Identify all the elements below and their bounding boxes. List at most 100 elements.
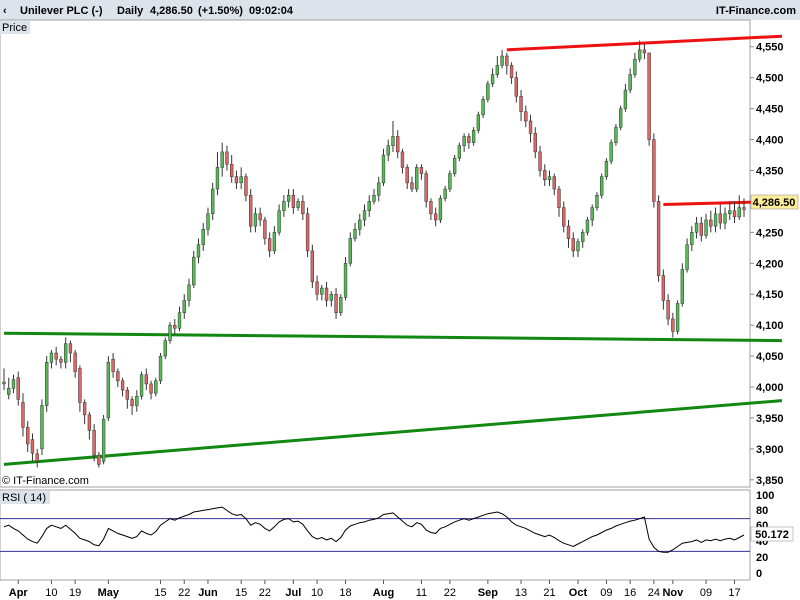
candle-body [552, 176, 556, 190]
current-price-label: 4,286.50 [753, 197, 796, 209]
candle-body [656, 201, 661, 276]
candle-body [505, 55, 509, 66]
candle-body [310, 250, 315, 283]
candle-body [215, 167, 220, 190]
candle-body [362, 210, 367, 221]
candle-body [604, 160, 609, 177]
candle-body [154, 380, 158, 394]
candle-body [419, 167, 424, 174]
y-axis: 3,850 3,900 3,950 4,000 4,050 4,100 4,150 4,200… [750, 42, 784, 487]
y-tick-label: 4,250 [756, 227, 784, 239]
candle-body [30, 439, 35, 454]
candle-body [11, 379, 16, 389]
candle-body [637, 49, 642, 60]
chart: ‹ Unilever PLC (-) Daily 4,286.50 (+1.50… [0, 0, 800, 599]
candle-body [718, 213, 722, 224]
candle-body [225, 151, 229, 165]
candle-body [301, 201, 305, 215]
candle-body [562, 207, 566, 227]
candle-body [339, 297, 343, 314]
candle-body [49, 352, 54, 363]
candle-body [547, 176, 552, 181]
y-tick-label: 4,100 [756, 320, 784, 332]
y-tick-label: 4,350 [756, 165, 784, 177]
candle-body [723, 213, 727, 224]
candle-body [680, 269, 685, 304]
y-tick-label: 4,450 [756, 104, 784, 116]
candle-body [576, 241, 580, 252]
header-change: (+1.50%) [198, 5, 243, 17]
candle-body [125, 389, 130, 400]
y-tick-label: 4,400 [756, 135, 784, 147]
rsi-tick-0: 0 [756, 568, 762, 580]
candle-body [21, 402, 25, 428]
candle-body [566, 225, 571, 239]
candle-body [324, 287, 329, 301]
candle-body [433, 213, 438, 221]
candle-body [26, 426, 30, 445]
candle-body [438, 198, 443, 221]
candle-body [7, 388, 11, 395]
x-tick-label: Oct [569, 587, 588, 599]
candle-body [343, 263, 348, 298]
x-tick-label: 09 [600, 587, 612, 599]
candle-body [467, 136, 471, 143]
candle-body [220, 151, 224, 168]
y-tick-label: 3,950 [756, 413, 784, 425]
candle-body [92, 430, 96, 456]
candle-body [699, 222, 703, 236]
candle-body [543, 170, 547, 181]
candle-body [329, 293, 333, 301]
y-tick-label: 4,550 [756, 42, 784, 54]
header-chevron-icon[interactable]: ‹ [3, 5, 7, 17]
candle-body [514, 77, 518, 97]
y-tick-label: 3,900 [756, 444, 784, 456]
x-tick-label: Sep [478, 587, 498, 599]
candle-body [97, 454, 101, 465]
x-tick-label: 16 [624, 587, 636, 599]
candle-body [248, 194, 253, 227]
candle-body [348, 238, 352, 264]
price-panel [0, 19, 751, 488]
candle-body [623, 89, 628, 109]
candle-body [353, 229, 357, 239]
candle-body [500, 55, 504, 66]
candle-body [82, 402, 87, 416]
price-panel-label: Price [2, 22, 27, 34]
candle-body [694, 222, 699, 233]
candle-body [476, 114, 481, 131]
candle-body [448, 173, 452, 190]
candle-body [524, 111, 528, 122]
x-axis: Apr 10 19 May 15 22 Jun 15 22 Jul 10 18 Aug 11 22 Sep 13… [9, 580, 741, 599]
candle-body [486, 83, 490, 100]
candle-body [68, 343, 73, 354]
candle-body [462, 136, 466, 146]
x-tick-label: 13 [515, 587, 527, 599]
candle-body [666, 300, 670, 320]
candle-body [45, 362, 49, 406]
candle-body [315, 281, 319, 295]
candle-body [201, 229, 205, 245]
x-tick-label: 22 [444, 587, 456, 599]
candle-body [590, 207, 594, 221]
rsi-panel [0, 489, 751, 581]
candle-body [405, 167, 409, 184]
candle-body [267, 238, 272, 252]
candle-body [595, 194, 599, 208]
candle-body [54, 352, 58, 360]
y-tick-label: 4,150 [756, 289, 784, 301]
candle-body [130, 399, 134, 406]
candle-body [495, 65, 500, 75]
candle-body [713, 213, 718, 227]
candle-body [704, 219, 708, 236]
candle-body [509, 65, 514, 78]
candle-body [737, 207, 741, 218]
candle-body [481, 99, 485, 116]
candle-body [415, 167, 419, 190]
x-tick-label: Aug [373, 587, 394, 599]
x-tick-label: May [98, 587, 120, 599]
rsi-tick-100: 100 [756, 490, 774, 502]
x-tick-label: Nov [662, 587, 684, 599]
candle-body [296, 201, 300, 208]
x-tick-label: Jun [198, 587, 218, 599]
